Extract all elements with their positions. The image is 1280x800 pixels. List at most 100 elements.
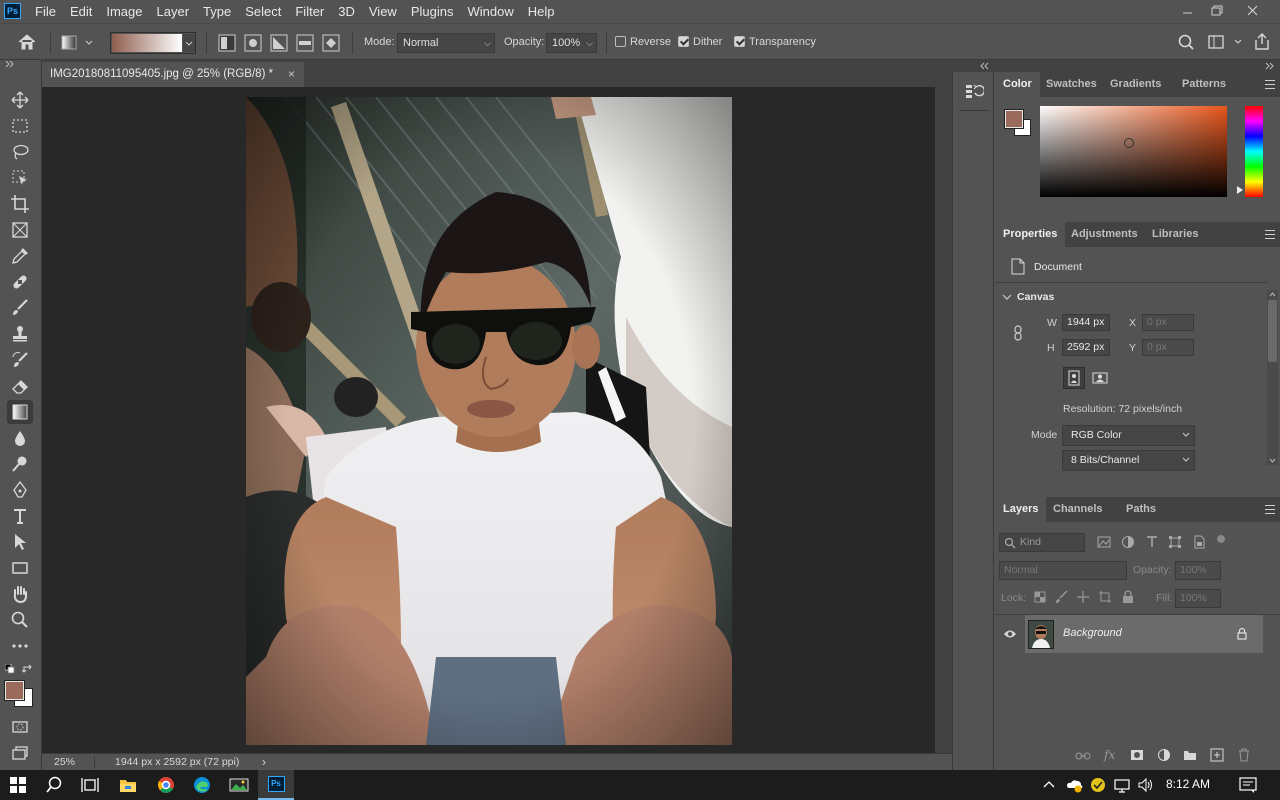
link-layers-icon[interactable] xyxy=(1075,750,1091,762)
status-info-menu-arrow[interactable]: › xyxy=(262,755,266,769)
workspace-button[interactable] xyxy=(1207,33,1243,51)
edge-taskbar-button[interactable] xyxy=(184,770,220,800)
volume-icon[interactable] xyxy=(1137,777,1155,793)
chrome-taskbar-button[interactable] xyxy=(148,770,184,800)
menu-plugins[interactable]: Plugins xyxy=(404,0,461,23)
taskbar-clock[interactable]: 8:12 AM xyxy=(1166,777,1210,791)
rectangle-tool[interactable] xyxy=(7,556,33,580)
default-colors-button[interactable] xyxy=(5,664,15,674)
transparency-checkbox[interactable] xyxy=(734,36,745,47)
tab-properties[interactable]: Properties xyxy=(995,222,1066,247)
notifications-icon[interactable] xyxy=(1239,777,1257,793)
canvas-width-input[interactable]: 1944 px xyxy=(1062,314,1110,331)
layer-style-fx-icon[interactable]: fx xyxy=(1104,748,1115,762)
document-info[interactable]: 1944 px x 2592 px (72 ppi) xyxy=(115,756,239,768)
menu-layer[interactable]: Layer xyxy=(150,0,197,23)
search-button[interactable] xyxy=(1177,33,1195,51)
type-layer-filter-icon[interactable] xyxy=(1145,535,1159,549)
dodge-tool[interactable] xyxy=(7,452,33,476)
radial-gradient-button[interactable] xyxy=(243,33,263,53)
layer-visibility-cell[interactable] xyxy=(995,615,1025,653)
layer-row[interactable]: Background xyxy=(995,615,1263,653)
properties-scrollbar[interactable] xyxy=(1267,290,1278,465)
app-taskbar-button[interactable] xyxy=(221,770,257,800)
share-button[interactable] xyxy=(1253,32,1271,52)
chevron-up-icon[interactable] xyxy=(1043,779,1055,789)
layer-name[interactable]: Background xyxy=(1063,627,1122,639)
photoshop-taskbar-button[interactable]: Ps xyxy=(258,770,294,800)
canvas-height-input[interactable]: 2592 px xyxy=(1062,339,1110,356)
tab-gradients[interactable]: Gradients xyxy=(1102,72,1169,97)
history-panel-button[interactable] xyxy=(964,82,984,102)
tab-swatches[interactable]: Swatches xyxy=(1038,72,1105,97)
new-group-icon[interactable] xyxy=(1183,749,1197,761)
task-view-button[interactable] xyxy=(72,770,108,800)
portrait-orientation-button[interactable] xyxy=(1063,367,1085,389)
hue-slider-handle[interactable] xyxy=(1237,186,1243,194)
new-layer-icon[interactable] xyxy=(1210,748,1224,762)
eyedropper-tool[interactable] xyxy=(7,244,33,268)
gradient-tool[interactable] xyxy=(7,400,33,424)
onedrive-icon[interactable] xyxy=(1066,777,1084,793)
shape-layer-filter-icon[interactable] xyxy=(1168,535,1182,549)
security-status-icon[interactable] xyxy=(1090,777,1106,793)
toolbar-collapse-arrows[interactable] xyxy=(4,60,16,68)
smart-object-filter-icon[interactable] xyxy=(1192,535,1206,549)
taskbar-search-button[interactable] xyxy=(36,770,72,800)
foreground-color-swatch[interactable] xyxy=(4,680,25,701)
landscape-orientation-button[interactable] xyxy=(1090,368,1110,388)
path-selection-tool[interactable] xyxy=(7,530,33,554)
menu-window[interactable]: Window xyxy=(460,0,520,23)
healing-brush-tool[interactable] xyxy=(7,270,33,294)
adjustment-layer-icon[interactable] xyxy=(1157,748,1171,762)
menu-image[interactable]: Image xyxy=(99,0,149,23)
layer-opacity-field[interactable]: 100% xyxy=(1175,561,1221,580)
gradient-picker[interactable] xyxy=(110,32,196,54)
home-button[interactable] xyxy=(17,33,37,51)
zoom-level[interactable]: 25% xyxy=(54,756,75,768)
opacity-field[interactable]: 100% ⌵ xyxy=(546,33,597,53)
close-tab-icon[interactable]: × xyxy=(288,62,295,86)
scrollbar-thumb[interactable] xyxy=(1268,300,1277,362)
canvas-y-input[interactable]: 0 px xyxy=(1142,339,1194,356)
document-tab[interactable]: IMG20180811095405.jpg @ 25% (RGB/8) * × xyxy=(42,62,304,87)
tab-libraries[interactable]: Libraries xyxy=(1144,222,1206,247)
pen-tool[interactable] xyxy=(7,478,33,502)
swap-colors-button[interactable] xyxy=(22,664,34,675)
link-chain-icon[interactable] xyxy=(1013,325,1023,341)
panel-menu-icon[interactable] xyxy=(1265,230,1275,239)
canvas-vertical-scrollbar[interactable] xyxy=(935,87,952,753)
close-window-button[interactable] xyxy=(1238,0,1268,23)
marquee-tool[interactable] xyxy=(7,114,33,138)
lock-position-icon[interactable] xyxy=(1076,590,1090,604)
document-image[interactable] xyxy=(246,97,732,745)
menu-edit[interactable]: Edit xyxy=(63,0,99,23)
double-chevron-right-icon[interactable] xyxy=(1264,62,1276,70)
reverse-checkbox[interactable] xyxy=(615,36,626,47)
lock-transparent-pixels-icon[interactable] xyxy=(1033,590,1047,604)
screen-mode-button[interactable] xyxy=(7,741,33,765)
menu-filter[interactable]: Filter xyxy=(288,0,331,23)
bit-depth-dropdown[interactable]: 8 Bits/Channel xyxy=(1062,450,1195,471)
frame-tool[interactable] xyxy=(7,218,33,242)
lock-image-pixels-icon[interactable] xyxy=(1055,590,1069,604)
clone-stamp-tool[interactable] xyxy=(7,322,33,346)
object-selection-tool[interactable] xyxy=(7,166,33,190)
color-picker-field[interactable] xyxy=(1040,106,1227,197)
chevron-down-icon[interactable] xyxy=(1002,293,1012,301)
more-tools-button[interactable] xyxy=(7,634,33,658)
lock-all-icon[interactable] xyxy=(1121,590,1135,604)
start-button[interactable] xyxy=(0,770,36,800)
lasso-tool[interactable] xyxy=(7,140,33,164)
panel-menu-icon[interactable] xyxy=(1265,80,1275,89)
color-picker-cursor[interactable] xyxy=(1124,138,1134,148)
menu-file[interactable]: File xyxy=(28,0,63,23)
brush-tool[interactable] xyxy=(7,296,33,320)
quick-mask-button[interactable] xyxy=(7,715,33,739)
type-tool[interactable] xyxy=(7,504,33,528)
network-icon[interactable] xyxy=(1113,777,1131,793)
minimize-button[interactable] xyxy=(1173,0,1203,23)
lock-artboard-icon[interactable] xyxy=(1098,590,1112,604)
angle-gradient-button[interactable] xyxy=(269,33,289,53)
restore-button[interactable] xyxy=(1202,0,1232,23)
